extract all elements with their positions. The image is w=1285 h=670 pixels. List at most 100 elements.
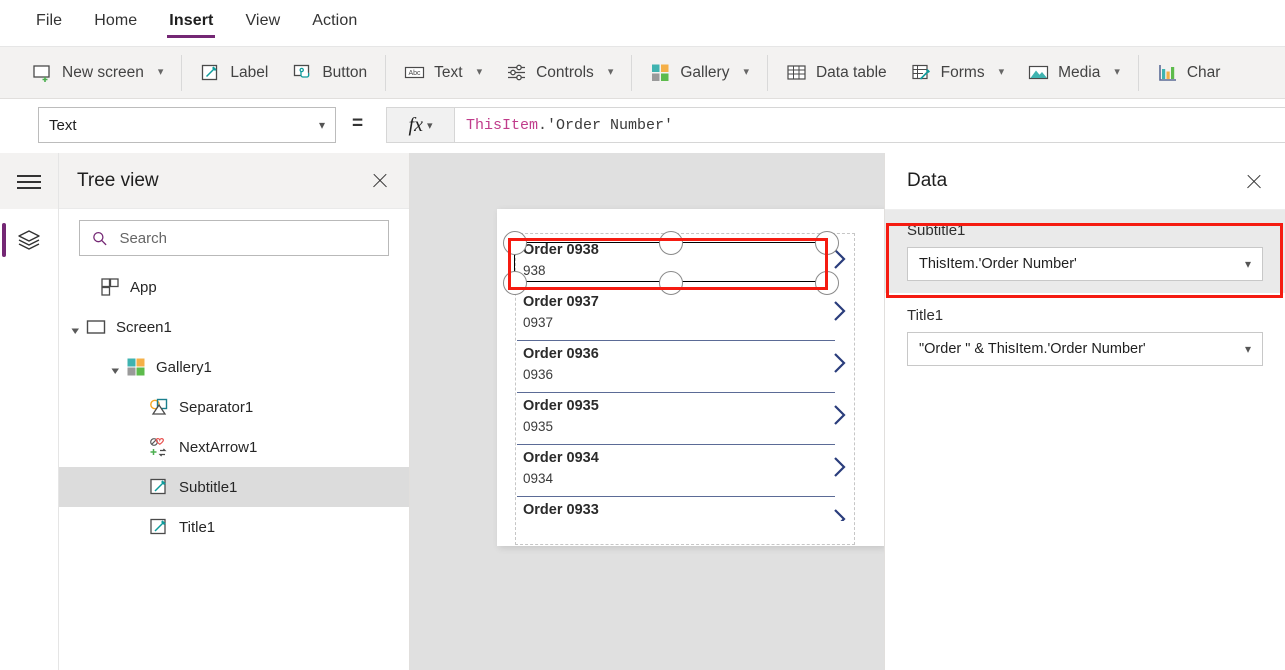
chevron-down-icon: ▾ — [477, 67, 483, 78]
gallery-row[interactable]: Order 0934 0934 — [517, 445, 851, 497]
data-field-combobox[interactable]: ThisItem.'Order Number' ▾ — [907, 247, 1263, 281]
data-field-subtitle1: Subtitle1 ThisItem.'Order Number' ▾ — [885, 210, 1285, 293]
next-arrow-icon[interactable] — [829, 454, 851, 480]
property-select[interactable]: Text ▾ — [38, 107, 336, 143]
gallery-row-title: Order 0934 — [523, 450, 599, 466]
label-button[interactable]: Label — [188, 52, 280, 94]
gallery-icon — [126, 357, 146, 377]
forms-icon — [911, 62, 932, 83]
tree-item-label: App — [130, 279, 157, 296]
next-arrow-icon[interactable] — [829, 298, 851, 324]
resize-handle-bottom-right[interactable] — [815, 271, 839, 295]
menu-item-home[interactable]: Home — [92, 8, 139, 38]
next-arrow-icon[interactable] — [829, 402, 851, 428]
resize-handle-top-center[interactable] — [659, 231, 683, 255]
gallery-row[interactable]: Order 0936 0936 — [517, 341, 851, 393]
menu-item-action[interactable]: Action — [310, 8, 359, 38]
gallery-row-title: Order 0933 — [523, 502, 599, 518]
tree-item-nextarrow1[interactable]: NextArrow1 — [59, 427, 409, 467]
text-icon: Abc — [404, 62, 425, 83]
rail-item-tree-view[interactable] — [0, 209, 58, 271]
property-select-value: Text — [49, 117, 77, 134]
selection-adorner[interactable] — [514, 242, 826, 282]
screen-preview[interactable]: Order 0938 938 Order 0937 0937 Order 093… — [497, 209, 884, 546]
tree-item-subtitle1[interactable]: Subtitle1 — [59, 467, 409, 507]
menu-item-insert[interactable]: Insert — [167, 8, 215, 38]
svg-text:Abc: Abc — [409, 70, 422, 77]
tree-view-search-wrap — [59, 209, 409, 267]
gallery-row[interactable]: Order 0937 0937 — [517, 289, 851, 341]
gallery-button[interactable]: Gallery ▾ — [638, 52, 761, 94]
tree-item-label: Screen1 — [116, 319, 172, 336]
gallery-row[interactable]: Order 0933 — [517, 497, 851, 521]
tree-item-gallery1[interactable]: Gallery1 — [59, 347, 409, 387]
menu-item-view[interactable]: View — [243, 8, 282, 38]
caret-expanded-icon[interactable] — [71, 323, 80, 332]
chevron-down-icon: ▾ — [1114, 67, 1120, 78]
tree-item-screen1[interactable]: Screen1 — [59, 307, 409, 347]
ribbon-divider — [181, 55, 182, 91]
chart-icon — [1157, 62, 1178, 83]
resize-handle-bottom-center[interactable] — [659, 271, 683, 295]
search-input[interactable] — [117, 229, 376, 248]
controls-icon — [506, 62, 527, 83]
chart-button[interactable]: Char — [1145, 52, 1233, 94]
controls-button-label: Controls — [536, 64, 594, 82]
data-field-combobox[interactable]: "Order " & ThisItem.'Order Number' ▾ — [907, 332, 1263, 366]
chevron-down-icon: ▾ — [158, 67, 164, 78]
gallery-row-title: Order 0936 — [523, 346, 599, 362]
formula-token-dot: . — [538, 117, 547, 134]
search-icon — [92, 230, 107, 247]
menu-bar: File Home Insert View Action — [0, 0, 1285, 46]
data-table-button[interactable]: Data table — [774, 52, 899, 94]
tree-item-app[interactable]: App — [59, 267, 409, 307]
layers-icon — [16, 227, 42, 253]
gallery-row[interactable]: Order 0935 0935 — [517, 393, 851, 445]
gallery-icon — [650, 62, 671, 83]
search-box[interactable] — [79, 220, 389, 256]
media-button[interactable]: Media ▾ — [1016, 52, 1132, 94]
tree-view-title: Tree view — [77, 170, 159, 192]
controls-button[interactable]: Controls ▾ — [494, 52, 625, 94]
tree-item-label: Subtitle1 — [179, 479, 237, 496]
next-arrow-icon[interactable] — [829, 350, 851, 376]
close-icon[interactable] — [1241, 168, 1267, 194]
resize-handle-top-right[interactable] — [815, 231, 839, 255]
text-button[interactable]: Abc Text ▾ — [392, 52, 494, 94]
label-control-icon — [149, 477, 169, 497]
ribbon-divider — [767, 55, 768, 91]
forms-button[interactable]: Forms ▾ — [899, 52, 1016, 94]
resize-handle-top-left[interactable] — [503, 231, 527, 255]
gallery-row-subtitle: 0937 — [523, 315, 553, 330]
tree-item-title1[interactable]: Title1 — [59, 507, 409, 547]
caret-placeholder — [85, 283, 94, 292]
new-screen-label: New screen — [62, 64, 144, 82]
chevron-down-icon: ▾ — [427, 119, 433, 132]
gallery-row-subtitle: 0935 — [523, 419, 553, 434]
resize-handle-bottom-left[interactable] — [503, 271, 527, 295]
chevron-down-icon: ▾ — [999, 67, 1005, 78]
close-icon[interactable] — [367, 168, 393, 194]
new-screen-button[interactable]: New screen ▾ — [20, 52, 175, 94]
data-table-label: Data table — [816, 64, 887, 82]
caret-expanded-icon[interactable] — [111, 363, 120, 372]
ribbon-divider — [1138, 55, 1139, 91]
fx-button[interactable]: fx ▾ — [386, 107, 454, 143]
chevron-down-icon: ▾ — [743, 67, 749, 78]
data-panel: Data Subtitle1 ThisItem.'Order Number' ▾… — [884, 153, 1285, 670]
data-field-title1: Title1 "Order " & ThisItem.'Order Number… — [885, 307, 1285, 366]
gallery-button-label: Gallery — [680, 64, 729, 82]
label-button-label: Label — [230, 64, 268, 82]
next-arrow-icon[interactable] — [829, 506, 851, 521]
tree-item-separator1[interactable]: Separator1 — [59, 387, 409, 427]
formula-input[interactable]: ThisItem.'Order Number' — [454, 107, 1285, 143]
button-button[interactable]: Button — [280, 52, 379, 94]
app-canvas[interactable]: Order 0938 938 Order 0937 0937 Order 093… — [410, 153, 884, 670]
hamburger-button[interactable] — [0, 153, 58, 209]
app-icon — [100, 277, 120, 297]
data-field-value: ThisItem.'Order Number' — [919, 256, 1077, 272]
tree-item-label: Gallery1 — [156, 359, 212, 376]
forms-button-label: Forms — [941, 64, 985, 82]
menu-item-file[interactable]: File — [34, 8, 64, 38]
gallery-row-title: Order 0935 — [523, 398, 599, 414]
